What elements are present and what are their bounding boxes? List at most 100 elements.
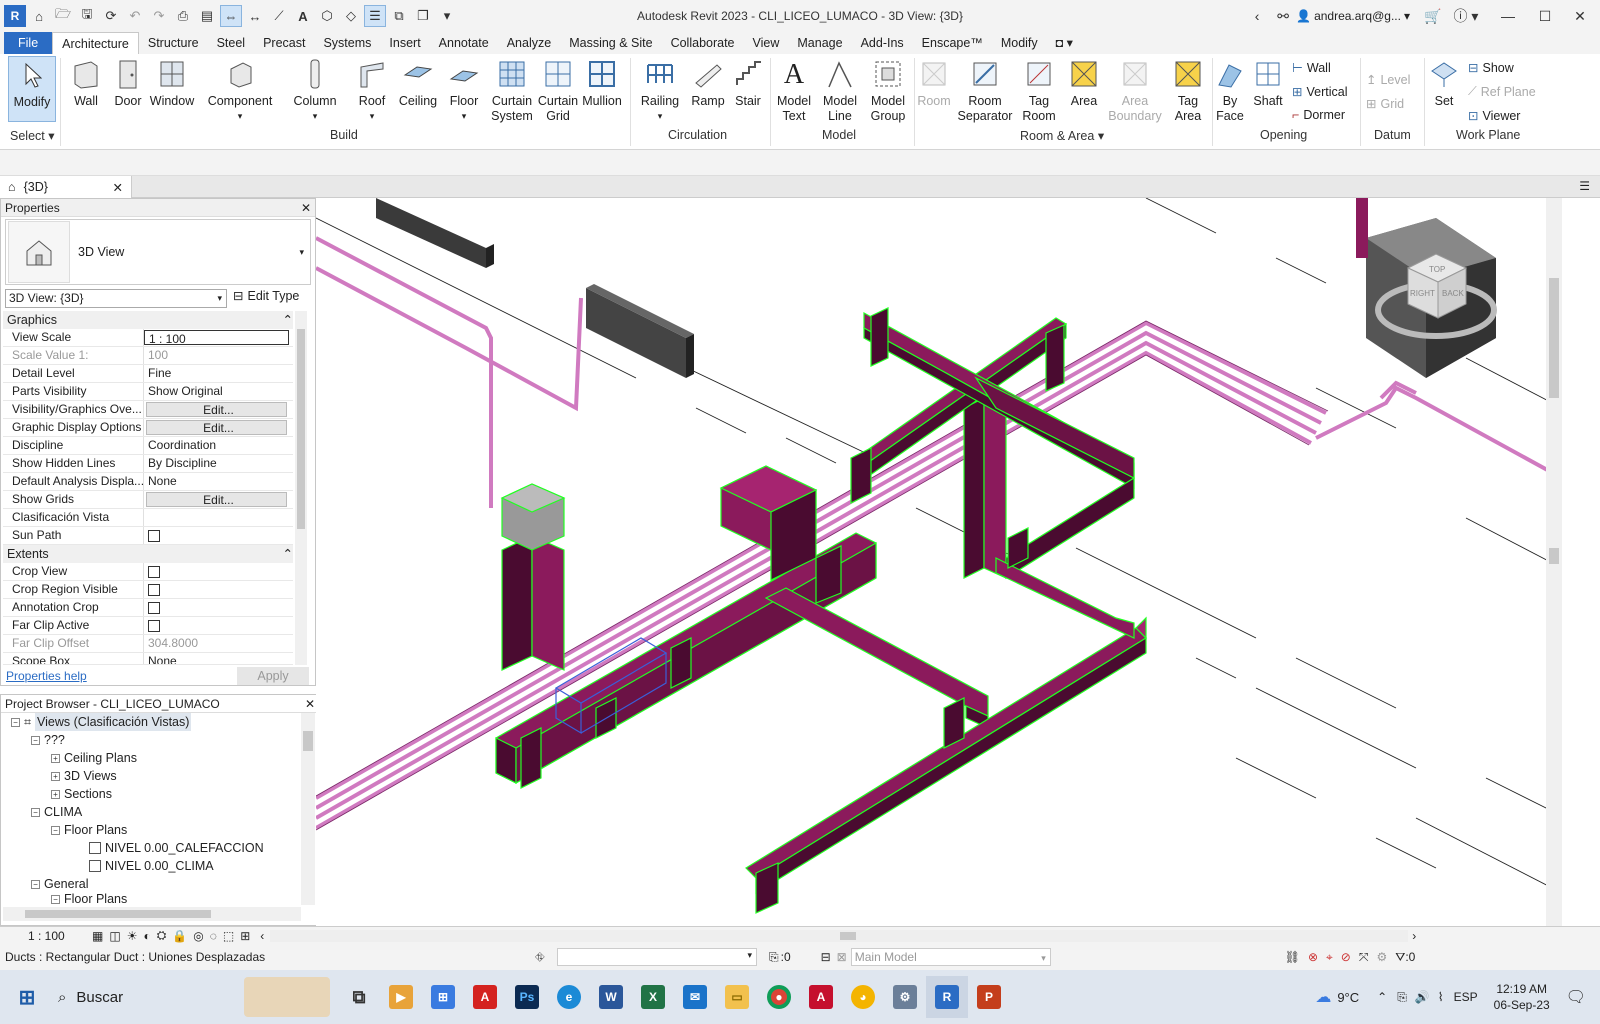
tab-structure[interactable]: Structure: [139, 32, 208, 54]
switch-windows-icon[interactable]: ❐: [412, 5, 434, 27]
viewport-hscrollbar[interactable]: [270, 929, 1409, 942]
wall-opening-button[interactable]: ⊢ Wall: [1292, 60, 1331, 76]
edge-icon[interactable]: e: [548, 976, 590, 1018]
model-text-button[interactable]: A Model Text: [772, 56, 816, 124]
prop-row-crop-view[interactable]: Crop View: [3, 563, 293, 581]
analytical-model-icon[interactable]: ⬚: [223, 929, 234, 943]
prop-row-graphic-display[interactable]: Graphic Display Options Edit...: [3, 419, 293, 437]
ribbon-toggle-icon[interactable]: ◘ ▾: [1047, 32, 1082, 54]
equipment-block-1[interactable]: [376, 198, 494, 268]
tab-enscape[interactable]: Enscape™: [913, 32, 992, 54]
print-icon[interactable]: ⎙: [172, 5, 194, 27]
tab-collaborate[interactable]: Collaborate: [662, 32, 744, 54]
annotation-crop-checkbox[interactable]: [148, 602, 160, 614]
tree-item-clima[interactable]: − CLIMA: [31, 803, 82, 821]
prop-value[interactable]: None: [144, 653, 293, 664]
tab-precast[interactable]: Precast: [254, 32, 314, 54]
measure-icon[interactable]: ⇔: [220, 5, 242, 27]
graphic-display-edit-button[interactable]: Edit...: [146, 420, 287, 435]
tree-item-nivel-calefaccion[interactable]: NIVEL 0.00_CALEFACCION: [89, 839, 264, 857]
help-icon[interactable]: ⓘ ▾: [1446, 6, 1486, 26]
view-scale-input[interactable]: 1 : 100: [144, 330, 289, 345]
curtain-system-button[interactable]: Curtain System: [490, 56, 534, 124]
lock-view-icon[interactable]: 🔒: [172, 929, 187, 943]
3d-viewport[interactable]: TOP RIGHT BACK: [316, 198, 1562, 926]
user-menu[interactable]: 👤 andrea.arq@g... ▾: [1296, 9, 1410, 23]
reveal-hidden-icon[interactable]: ◌: [210, 929, 217, 943]
scroll-left-icon[interactable]: ‹: [260, 929, 264, 943]
temp-hide-icon[interactable]: ◎: [193, 929, 203, 943]
roof-button[interactable]: Roof ▾: [352, 56, 392, 124]
tree-item-unnamed[interactable]: −???: [31, 731, 65, 749]
set-work-plane-button[interactable]: Set: [1426, 56, 1462, 109]
curtain-grid-button[interactable]: Curtain Grid: [536, 56, 580, 124]
minimize-button[interactable]: —: [1486, 8, 1530, 24]
store-icon[interactable]: ⊞: [422, 976, 464, 1018]
excel-icon[interactable]: X: [632, 976, 674, 1018]
select-by-face-icon[interactable]: ⊘: [1341, 950, 1351, 964]
level-button[interactable]: ↥ Level: [1366, 72, 1410, 88]
text-icon[interactable]: A: [292, 5, 314, 27]
home-icon[interactable]: ⌂: [28, 5, 50, 27]
sun-path-checkbox[interactable]: [148, 530, 160, 542]
shadows-icon[interactable]: ◐: [143, 929, 150, 943]
far-clip-checkbox[interactable]: [148, 620, 160, 632]
undo-icon[interactable]: ↶: [124, 5, 146, 27]
collapse-icon[interactable]: −: [51, 825, 60, 835]
settings-app-icon[interactable]: ⚙: [884, 976, 926, 1018]
dimension-icon[interactable]: ↔: [244, 5, 266, 27]
notifications-icon[interactable]: 🗨: [1566, 987, 1586, 1007]
tab-add-ins[interactable]: Add-Ins: [852, 32, 913, 54]
visual-style-icon[interactable]: ◫: [109, 929, 120, 943]
component-button[interactable]: Component ▾: [204, 56, 276, 124]
select-pinned-icon[interactable]: ⌖: [1326, 950, 1333, 965]
crop-region-checkbox[interactable]: [148, 584, 160, 596]
room-area-panel-label[interactable]: Room & Area ▾: [1020, 128, 1104, 143]
chrome-icon[interactable]: ●: [758, 976, 800, 1018]
prop-row-hidden-lines[interactable]: Show Hidden Lines By Discipline: [3, 455, 293, 473]
thin-lines-icon[interactable]: ☰: [364, 5, 386, 27]
open-icon[interactable]: 🗁: [52, 5, 74, 27]
media-app-icon[interactable]: ▶: [380, 976, 422, 1018]
sync-icon[interactable]: ⟳: [100, 5, 122, 27]
wall-button[interactable]: Wall: [64, 56, 108, 109]
type-selector[interactable]: 3D View ▾: [5, 219, 311, 285]
tree-item-nivel-clima[interactable]: NIVEL 0.00_CLIMA: [89, 857, 214, 875]
collapse-icon[interactable]: −: [51, 894, 60, 904]
tree-item-views[interactable]: − ⌗ Views (Clasificación Vistas): [11, 713, 192, 731]
word-icon[interactable]: W: [590, 976, 632, 1018]
exclude-options-icon[interactable]: ⊠: [837, 950, 847, 964]
view-tab-3d[interactable]: ⌂ {3D} ✕: [0, 176, 132, 198]
task-view-icon[interactable]: ⧉: [338, 976, 380, 1018]
sun-path-icon[interactable]: ☀: [127, 929, 138, 943]
prop-row-discipline[interactable]: Discipline Coordination: [3, 437, 293, 455]
collapse-icon[interactable]: −: [31, 735, 40, 745]
design-option-dropdown[interactable]: Main Model ▾: [850, 948, 1051, 966]
close-tab-icon[interactable]: ✕: [113, 180, 123, 195]
collapse-icon[interactable]: −: [11, 717, 20, 727]
section-icon[interactable]: ◇: [340, 5, 362, 27]
browser-hscrollbar[interactable]: [3, 907, 301, 921]
prop-row-sun-path[interactable]: Sun Path: [3, 527, 293, 545]
expand-icon[interactable]: +: [51, 789, 60, 799]
visibility-graphics-edit-button[interactable]: Edit...: [146, 402, 287, 417]
prop-row-show-grids[interactable]: Show Grids Edit...: [3, 491, 293, 509]
clock[interactable]: 12:19 AM 06-Sep-23: [1494, 981, 1550, 1013]
tree-item-floor-plans[interactable]: − Floor Plans: [51, 821, 127, 839]
prop-row-parts-visibility[interactable]: Parts Visibility Show Original: [3, 383, 293, 401]
door-button[interactable]: Door: [108, 56, 148, 109]
tab-file[interactable]: File: [4, 32, 53, 54]
back-arrow-icon[interactable]: ‹: [1244, 8, 1270, 24]
weather-temp[interactable]: 9°C: [1337, 990, 1359, 1005]
close-button[interactable]: ✕: [1560, 8, 1600, 25]
show-work-plane-button[interactable]: ⊟ Show: [1468, 60, 1514, 76]
select-panel-label[interactable]: Select ▾: [10, 128, 55, 143]
model-group-button[interactable]: Model Group: [864, 56, 912, 124]
file-explorer-icon[interactable]: ▭: [716, 976, 758, 1018]
room-separator-button[interactable]: Room Separator: [954, 56, 1016, 124]
tab-massing-site[interactable]: Massing & Site: [560, 32, 661, 54]
railing-button[interactable]: Railing ▾: [636, 56, 684, 124]
cart-icon[interactable]: 🛒: [1420, 8, 1446, 25]
revit-app-icon[interactable]: R: [4, 5, 26, 27]
revit-taskbar-icon[interactable]: R: [926, 976, 968, 1018]
